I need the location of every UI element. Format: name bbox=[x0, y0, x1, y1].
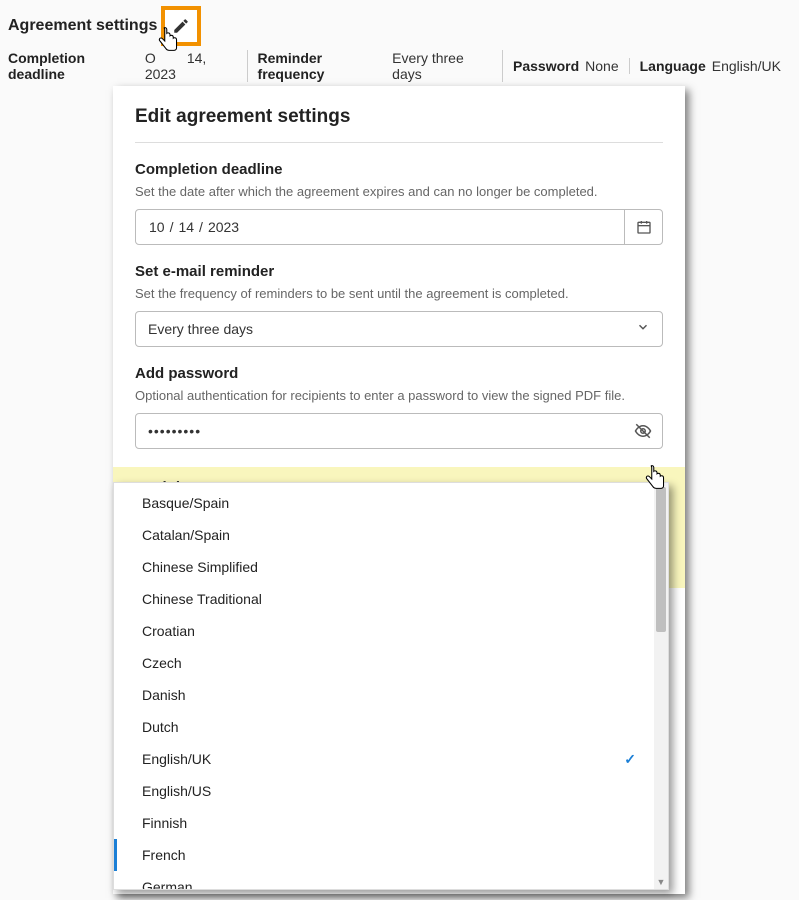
language-option[interactable]: Basque/Spain bbox=[114, 487, 654, 519]
language-option-label: Chinese Traditional bbox=[142, 591, 262, 607]
deadline-date-input[interactable]: 10/14/2023 bbox=[136, 210, 624, 244]
language-option[interactable]: Croatian bbox=[114, 615, 654, 647]
language-option-label: Basque/Spain bbox=[142, 495, 229, 511]
deadline-desc: Set the date after which the agreement e… bbox=[135, 184, 663, 199]
settings-summary: Completion deadline O 14, 2023 Reminder … bbox=[8, 50, 791, 82]
language-option[interactable]: English/UK ✓ bbox=[114, 743, 654, 775]
reminder-desc: Set the frequency of reminders to be sen… bbox=[135, 286, 663, 301]
panel-title: Edit agreement settings bbox=[135, 106, 663, 128]
language-option[interactable]: Catalan/Spain bbox=[114, 519, 654, 551]
language-option[interactable]: French bbox=[114, 839, 654, 871]
language-option[interactable]: Chinese Traditional bbox=[114, 583, 654, 615]
reminder-select-value: Every three days bbox=[148, 321, 636, 337]
eye-off-icon bbox=[634, 422, 652, 440]
language-option[interactable]: Chinese Simplified bbox=[114, 551, 654, 583]
summary-reminder-value: Every three days bbox=[392, 50, 492, 82]
language-option-label: German bbox=[142, 879, 193, 889]
edit-settings-button[interactable] bbox=[161, 6, 201, 46]
summary-password-label: Password bbox=[513, 58, 579, 74]
check-icon: ✓ bbox=[624, 751, 636, 768]
language-option[interactable]: Danish bbox=[114, 679, 654, 711]
reminder-title: Set e-mail reminder bbox=[135, 263, 663, 280]
language-option[interactable]: Finnish bbox=[114, 807, 654, 839]
summary-deadline-label: Completion deadline bbox=[8, 50, 139, 82]
summary-language-label: Language bbox=[640, 58, 706, 74]
scrollbar-thumb[interactable] bbox=[656, 487, 666, 632]
language-option-label: English/UK bbox=[142, 751, 211, 767]
summary-reminder-label: Reminder frequency bbox=[258, 50, 387, 82]
toggle-password-visibility[interactable] bbox=[624, 414, 662, 448]
divider bbox=[135, 142, 663, 143]
password-field-row: ••••••••• bbox=[135, 413, 663, 449]
language-option-label: Croatian bbox=[142, 623, 195, 639]
language-dropdown: Basque/Spain Catalan/Spain Chinese Simplif… bbox=[113, 482, 669, 890]
language-option-label: French bbox=[142, 847, 186, 863]
language-option-label: Czech bbox=[142, 655, 182, 671]
calendar-button[interactable] bbox=[624, 210, 662, 244]
password-input[interactable]: ••••••••• bbox=[136, 414, 624, 448]
dropdown-scrollbar[interactable]: ▼ bbox=[654, 483, 668, 889]
chevron-down-icon bbox=[636, 320, 650, 339]
deadline-title: Completion deadline bbox=[135, 161, 663, 178]
summary-deadline-value: O 14, 2023 bbox=[145, 50, 237, 82]
password-desc: Optional authentication for recipients t… bbox=[135, 388, 663, 403]
language-option-label: Catalan/Spain bbox=[142, 527, 230, 543]
language-option[interactable]: German bbox=[114, 871, 654, 889]
language-option[interactable]: English/US bbox=[114, 775, 654, 807]
language-option-label: Chinese Simplified bbox=[142, 559, 258, 575]
language-option[interactable]: Dutch bbox=[114, 711, 654, 743]
summary-language-value: English/UK bbox=[712, 58, 781, 74]
language-option-label: Danish bbox=[142, 687, 186, 703]
deadline-field[interactable]: 10/14/2023 bbox=[135, 209, 663, 245]
summary-password-value: None bbox=[585, 58, 618, 74]
pencil-icon bbox=[172, 17, 190, 35]
language-option[interactable]: Czech bbox=[114, 647, 654, 679]
scroll-down-arrow[interactable]: ▼ bbox=[654, 877, 668, 887]
language-option-label: Dutch bbox=[142, 719, 179, 735]
language-option-label: English/US bbox=[142, 783, 211, 799]
language-option-label: Finnish bbox=[142, 815, 187, 831]
calendar-icon bbox=[636, 219, 652, 235]
page-title: Agreement settings bbox=[8, 17, 157, 35]
reminder-select[interactable]: Every three days bbox=[135, 311, 663, 347]
password-title: Add password bbox=[135, 365, 663, 382]
